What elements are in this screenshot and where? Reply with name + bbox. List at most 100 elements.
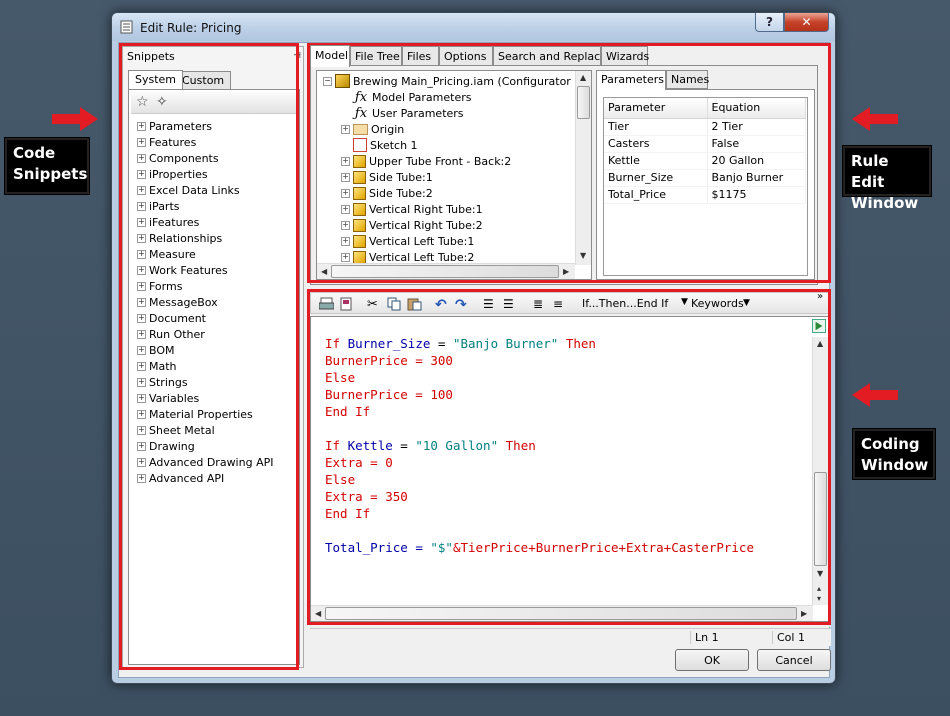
snippet-tree-item[interactable]: + iFeatures (137, 214, 273, 230)
tab-wizards[interactable]: Wizards (601, 46, 649, 66)
column-header-equation[interactable]: Equation (707, 98, 806, 119)
expand-icon[interactable]: + (341, 188, 350, 198)
expand-icon[interactable]: + (341, 124, 350, 134)
expand-icon[interactable]: + (137, 409, 146, 419)
edit-snippet-star-icon[interactable]: ✧ (156, 94, 168, 110)
expand-icon[interactable]: + (137, 169, 146, 179)
model-tree-item[interactable]: +ƒxUser Parameters (341, 105, 464, 121)
snippet-tree-item[interactable]: + Relationships (137, 230, 273, 246)
parameter-equation-cell[interactable]: $1175 (707, 186, 806, 204)
model-tree-vscroll[interactable]: ▲ ▼ (575, 71, 591, 265)
snippet-tree-item[interactable]: + iProperties (137, 166, 273, 182)
snippet-tree-item[interactable]: + Material Properties (137, 406, 273, 422)
model-tree-item[interactable]: + Upper Tube Front - Back:2 (341, 153, 511, 169)
indent-icon[interactable]: ☰ (483, 297, 498, 311)
expand-icon[interactable]: + (137, 121, 146, 131)
parameter-row[interactable]: Tier 2 Tier (604, 118, 806, 136)
expand-icon[interactable]: + (341, 220, 350, 230)
parameter-equation-cell[interactable]: 2 Tier (707, 118, 806, 136)
snippet-tree-item[interactable]: + Variables (137, 390, 273, 406)
expand-icon[interactable]: + (137, 377, 146, 387)
expand-icon[interactable]: + (341, 252, 350, 262)
snippet-tree-item[interactable]: + BOM (137, 342, 273, 358)
expand-icon[interactable]: + (341, 156, 350, 166)
snippet-tree-item[interactable]: + Advanced Drawing API (137, 454, 273, 470)
close-button[interactable]: ✕ (784, 13, 829, 32)
snippet-tree-item[interactable]: + Math (137, 358, 273, 374)
parameter-row[interactable]: Casters False (604, 135, 806, 153)
model-tree-item[interactable]: + Side Tube:1 (341, 169, 433, 185)
expand-icon[interactable]: + (137, 185, 146, 195)
print-icon[interactable] (318, 297, 335, 311)
tab-files[interactable]: Files (402, 46, 439, 66)
expand-icon[interactable]: + (137, 473, 146, 483)
parameter-name-cell[interactable]: Kettle (604, 152, 708, 170)
run-rule-icon[interactable] (812, 319, 826, 333)
snippet-tree-item[interactable]: + Measure (137, 246, 273, 262)
parameter-row[interactable]: Burner_Size Banjo Burner (604, 169, 806, 187)
expand-icon[interactable]: + (137, 441, 146, 451)
cancel-button[interactable]: Cancel (757, 649, 831, 671)
expand-icon[interactable]: + (137, 345, 146, 355)
tab-names[interactable]: Names (666, 70, 709, 89)
parameter-name-cell[interactable]: Total_Price (604, 186, 708, 204)
parameter-equation-cell[interactable]: Banjo Burner (707, 169, 806, 187)
parameter-equation-cell[interactable]: False (707, 135, 806, 153)
if-then-dropdown-icon[interactable]: ▼ (681, 297, 688, 307)
expand-icon[interactable]: + (137, 217, 146, 227)
paste-icon[interactable] (407, 297, 422, 311)
undo-icon[interactable]: ↶ (435, 297, 450, 313)
tab-model[interactable]: Model (310, 45, 350, 67)
code-vscroll[interactable]: ▲ ▼ ▴ ▾ (812, 337, 828, 605)
keywords-dropdown-icon[interactable]: ▼ (743, 298, 750, 308)
tab-file-tree[interactable]: File Tree (350, 46, 402, 66)
snippet-tree-item[interactable]: + Drawing (137, 438, 273, 454)
keywords-menu[interactable]: Keywords (691, 297, 744, 310)
tab-custom[interactable]: Custom (175, 71, 232, 89)
if-then-snippet-button[interactable]: If...Then...End If (582, 297, 668, 310)
model-tree-item[interactable]: − Brewing Main_Pricing.iam (Configurator … (323, 73, 591, 89)
copy-icon[interactable] (387, 297, 402, 311)
model-tree-item[interactable]: + Origin (341, 121, 404, 137)
expand-icon[interactable]: + (341, 236, 350, 246)
model-tree-item[interactable]: + Vertical Left Tube:1 (341, 233, 474, 249)
pin-icon[interactable]: ⊣ (293, 51, 301, 61)
outdent-icon[interactable]: ☰ (503, 297, 518, 311)
snippet-tree-item[interactable]: + Strings (137, 374, 273, 390)
snippet-tree-item[interactable]: + Excel Data Links (137, 182, 273, 198)
model-tree-item[interactable]: +ƒxModel Parameters (341, 89, 472, 105)
parameter-row[interactable]: Total_Price $1175 (604, 186, 806, 204)
snippet-tree-item[interactable]: + Work Features (137, 262, 273, 278)
expand-icon[interactable]: + (137, 313, 146, 323)
code-content[interactable]: If Burner_Size = "Banjo Burner" Then Bur… (325, 335, 754, 556)
tab-parameters[interactable]: Parameters (596, 70, 666, 90)
snippet-tree-item[interactable]: + Document (137, 310, 273, 326)
ok-button[interactable]: OK (675, 649, 749, 671)
expand-icon[interactable]: + (137, 201, 146, 211)
redo-icon[interactable]: ↷ (455, 297, 470, 313)
expand-icon[interactable]: + (341, 172, 350, 182)
expand-icon[interactable]: + (137, 137, 146, 147)
snippet-tree-item[interactable]: + Components (137, 150, 273, 166)
expand-icon[interactable]: + (137, 281, 146, 291)
tab-system[interactable]: System (128, 70, 184, 89)
tab-search-and-replace[interactable]: Search and Replace (493, 46, 607, 66)
snippet-tree-item[interactable]: + Parameters (137, 118, 273, 134)
expand-icon[interactable]: + (137, 297, 146, 307)
model-tree-item[interactable]: + Vertical Right Tube:1 (341, 201, 483, 217)
expand-icon[interactable]: + (137, 425, 146, 435)
collapse-icon[interactable]: − (323, 76, 332, 86)
cut-icon[interactable]: ✂ (367, 297, 382, 312)
title-bar[interactable]: Edit Rule: Pricing ? ✕ (112, 13, 835, 41)
uncomment-icon[interactable]: ≡ (553, 297, 568, 311)
model-tree-item[interactable]: +Sketch 1 (341, 137, 418, 153)
parameter-equation-cell[interactable]: 20 Gallon (707, 152, 806, 170)
snippet-tree-item[interactable]: + iParts (137, 198, 273, 214)
snippet-tree-item[interactable]: + Forms (137, 278, 273, 294)
snippet-tree-item[interactable]: + MessageBox (137, 294, 273, 310)
expand-icon[interactable]: + (137, 361, 146, 371)
comment-icon[interactable]: ≣ (533, 297, 548, 311)
page-setup-icon[interactable] (339, 297, 354, 311)
toolbar-overflow-icon[interactable]: » (817, 291, 823, 302)
column-header-parameter[interactable]: Parameter (604, 98, 708, 119)
